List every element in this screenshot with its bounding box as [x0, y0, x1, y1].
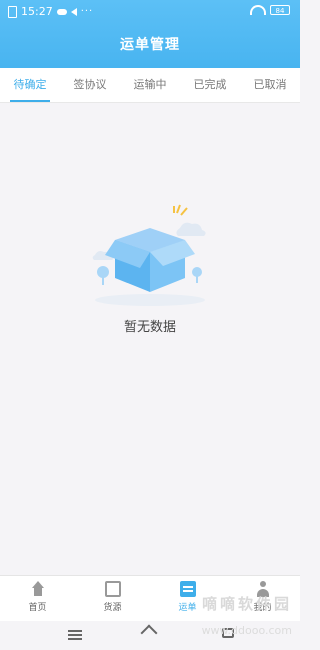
nav-goods-label: 货源: [103, 603, 122, 613]
watermark-text: 嘀嘀软件园: [201, 595, 292, 613]
menu-icon[interactable]: [68, 630, 82, 632]
wifi-icon: [250, 5, 266, 15]
goods-icon: [104, 581, 121, 597]
status-bar: 15:27 ··· 84: [0, 0, 300, 24]
watermark-url: www.ddooo.com: [201, 624, 292, 637]
sim-card-icon: [8, 5, 17, 18]
cloud-icon: [56, 8, 67, 15]
waybill-status-tabs: 待确定 签协议 运输中 已完成 已取消: [0, 68, 300, 103]
tab-cancelled[interactable]: 已取消: [240, 68, 300, 102]
status-right: 84: [250, 5, 290, 15]
tab-sign-agreement[interactable]: 签协议: [60, 68, 120, 102]
battery-icon: 84: [270, 5, 290, 15]
tab-in-transit[interactable]: 运输中: [120, 68, 180, 102]
nav-home-label: 首页: [28, 603, 47, 613]
app-header: 15:27 ··· 84 运单管理: [0, 0, 300, 68]
more-dots-icon: ···: [80, 6, 94, 17]
tab-pending-confirm[interactable]: 待确定: [0, 68, 60, 102]
nav-goods[interactable]: 货源: [75, 576, 150, 622]
home-button-icon[interactable]: [140, 624, 158, 642]
tab-completed[interactable]: 已完成: [180, 68, 240, 102]
empty-state: 暂无数据: [0, 200, 300, 335]
volume-icon: [70, 7, 77, 16]
page-title: 运单管理: [120, 37, 180, 53]
status-left: 15:27 ···: [8, 5, 93, 18]
nav-home[interactable]: 首页: [0, 576, 75, 622]
home-icon: [30, 581, 46, 597]
empty-state-text: 暂无数据: [123, 320, 176, 335]
empty-box-illustration: [92, 204, 206, 306]
nav-waybill-label: 运单: [178, 603, 197, 613]
waybill-icon: [179, 581, 196, 597]
status-time: 15:27: [21, 5, 53, 18]
